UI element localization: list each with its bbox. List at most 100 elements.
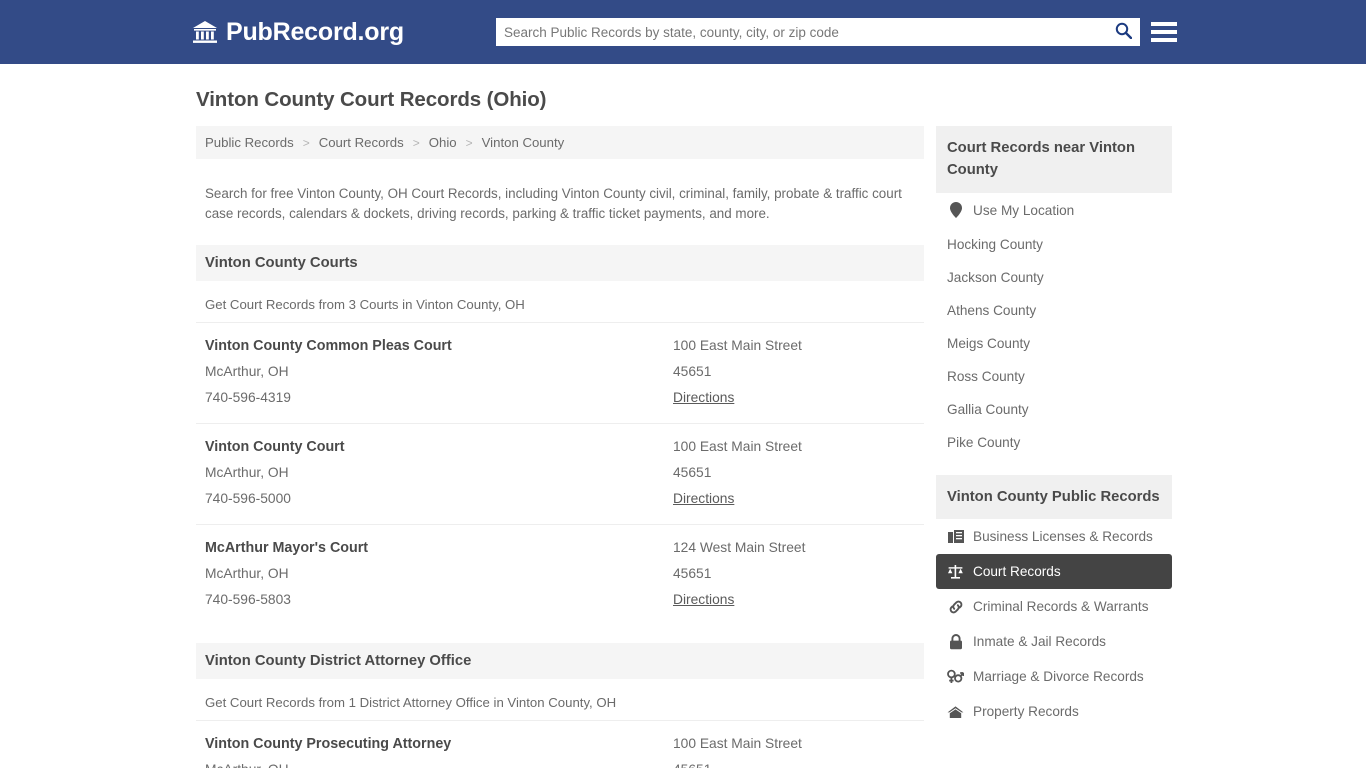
search-bar bbox=[496, 18, 1140, 46]
breadcrumb-separator: > bbox=[465, 135, 473, 150]
page-title: Vinton County Court Records (Ohio) bbox=[196, 88, 547, 111]
sidebar-heading-nearby: Court Records near Vinton County bbox=[936, 126, 1172, 193]
record-info: Vinton County Prosecuting Attorney McArt… bbox=[205, 731, 673, 768]
sidebar-item-jackson-county[interactable]: Jackson County bbox=[936, 261, 1172, 294]
table-row: Vinton County Common Pleas Court McArthu… bbox=[196, 322, 924, 423]
sidebar-item-label: Gallia County bbox=[947, 401, 1029, 417]
record-city-state: McArthur, OH bbox=[205, 566, 289, 582]
record-zip: 45651 bbox=[673, 757, 915, 768]
briefcase-icon bbox=[947, 528, 964, 545]
breadcrumb-separator: > bbox=[302, 135, 310, 150]
sidebar: Court Records near Vinton County Use My … bbox=[936, 126, 1172, 745]
record-address: 100 East Main Street 45651 Directions bbox=[673, 333, 915, 411]
content-columns: Public Records > Court Records > Ohio > … bbox=[196, 126, 1180, 768]
record-phone: 740-596-5803 bbox=[205, 592, 291, 607]
directions-link[interactable]: Directions bbox=[673, 587, 734, 613]
sidebar-item-label: Ross County bbox=[947, 368, 1025, 384]
house-icon bbox=[947, 703, 964, 720]
record-info: Vinton County Common Pleas Court McArthu… bbox=[205, 333, 673, 411]
sidebar-item-label: Inmate & Jail Records bbox=[973, 634, 1106, 650]
sidebar-item-ross-county[interactable]: Ross County bbox=[936, 360, 1172, 393]
page-description: Search for free Vinton County, OH Court … bbox=[205, 186, 902, 221]
sidebar-item-label: Pike County bbox=[947, 434, 1021, 450]
breadcrumb-item-public-records[interactable]: Public Records bbox=[205, 135, 294, 150]
table-row: Vinton County Prosecuting Attorney McArt… bbox=[196, 719, 924, 768]
record-info: Vinton County Court McArthur, OH 740-596… bbox=[205, 434, 673, 512]
map-pin-icon bbox=[947, 202, 964, 219]
sidebar-item-label: Hocking County bbox=[947, 236, 1043, 252]
table-row: Vinton County Court McArthur, OH 740-596… bbox=[196, 423, 924, 524]
main-content: Public Records > Court Records > Ohio > … bbox=[196, 126, 924, 768]
site-logo[interactable]: PubRecord.org bbox=[192, 18, 404, 47]
record-street: 100 East Main Street bbox=[673, 439, 802, 455]
sidebar-item-use-my-location[interactable]: Use My Location bbox=[936, 193, 1172, 228]
breadcrumb-separator: > bbox=[412, 135, 420, 150]
lock-icon bbox=[947, 633, 964, 650]
section-heading-courts: Vinton County Courts bbox=[196, 245, 924, 282]
table-row: McArthur Mayor's Court McArthur, OH 740-… bbox=[196, 524, 924, 625]
sidebar-nearby-block: Court Records near Vinton County Use My … bbox=[936, 126, 1172, 459]
hamburger-menu-icon[interactable] bbox=[1151, 18, 1177, 46]
bank-icon bbox=[192, 20, 218, 44]
sidebar-item-business-licenses[interactable]: Business Licenses & Records bbox=[936, 519, 1172, 554]
record-city-state: McArthur, OH bbox=[205, 465, 289, 481]
record-street: 100 East Main Street bbox=[673, 338, 802, 354]
sidebar-public-records-block: Vinton County Public Records Business Li… bbox=[936, 474, 1172, 729]
record-city-state: McArthur, OH bbox=[205, 757, 673, 768]
record-name: Vinton County Court bbox=[205, 439, 345, 456]
search-button[interactable] bbox=[1106, 18, 1140, 46]
record-name: McArthur Mayor's Court bbox=[205, 540, 369, 557]
sidebar-item-pike-county[interactable]: Pike County bbox=[936, 426, 1172, 459]
sidebar-item-label: Criminal Records & Warrants bbox=[973, 599, 1149, 615]
sidebar-item-label: Athens County bbox=[947, 302, 1037, 318]
link-icon bbox=[947, 598, 964, 615]
sidebar-item-athens-county[interactable]: Athens County bbox=[936, 294, 1172, 327]
sidebar-item-gallia-county[interactable]: Gallia County bbox=[936, 393, 1172, 426]
page-container: Vinton County Court Records (Ohio) Publi… bbox=[0, 88, 1366, 768]
record-street: 100 East Main Street bbox=[673, 735, 802, 751]
sidebar-item-label: Meigs County bbox=[947, 335, 1031, 351]
record-street: 124 West Main Street bbox=[673, 540, 806, 556]
sidebar-item-hocking-county[interactable]: Hocking County bbox=[936, 228, 1172, 261]
venus-mars-icon bbox=[947, 668, 964, 685]
sidebar-item-marriage-divorce-records[interactable]: Marriage & Divorce Records bbox=[936, 659, 1172, 694]
sidebar-item-label: Jackson County bbox=[947, 269, 1044, 285]
sidebar-item-label: Court Records bbox=[973, 564, 1061, 580]
breadcrumb-item-court-records[interactable]: Court Records bbox=[319, 135, 404, 150]
sidebar-item-property-records[interactable]: Property Records bbox=[936, 694, 1172, 729]
breadcrumb: Public Records > Court Records > Ohio > … bbox=[196, 126, 924, 159]
breadcrumb-item-ohio[interactable]: Ohio bbox=[429, 135, 457, 150]
sidebar-item-meigs-county[interactable]: Meigs County bbox=[936, 327, 1172, 360]
site-header: PubRecord.org bbox=[0, 0, 1366, 64]
record-phone: 740-596-4319 bbox=[205, 390, 291, 406]
record-address: 100 East Main Street 45651 Directions bbox=[673, 731, 915, 768]
section-heading-district-attorney: Vinton County District Attorney Office bbox=[196, 642, 924, 679]
record-info: McArthur Mayor's Court McArthur, OH 740-… bbox=[205, 535, 673, 613]
record-address: 100 East Main Street 45651 Directions bbox=[673, 434, 915, 512]
sidebar-item-court-records[interactable]: Court Records bbox=[936, 554, 1172, 590]
record-name: Vinton County Common Pleas Court bbox=[205, 338, 452, 355]
site-logo-text: PubRecord.org bbox=[226, 17, 404, 46]
search-input[interactable] bbox=[496, 19, 1106, 45]
sidebar-item-label: Use My Location bbox=[973, 202, 1075, 218]
record-name: Vinton County Prosecuting Attorney bbox=[205, 735, 452, 752]
scales-icon bbox=[947, 563, 964, 580]
breadcrumb-item-vinton-county[interactable]: Vinton County bbox=[482, 135, 565, 150]
record-zip: 45651 bbox=[673, 364, 712, 380]
sidebar-item-criminal-records[interactable]: Criminal Records & Warrants bbox=[936, 589, 1172, 624]
sidebar-item-label: Business Licenses & Records bbox=[973, 529, 1153, 545]
sidebar-heading-public-records: Vinton County Public Records bbox=[936, 474, 1172, 520]
record-zip: 45651 bbox=[673, 565, 712, 581]
directions-link[interactable]: Directions bbox=[673, 385, 734, 411]
record-phone: 740-596-5000 bbox=[205, 491, 291, 507]
record-address: 124 West Main Street 45651 Directions bbox=[673, 535, 915, 613]
sidebar-item-label: Marriage & Divorce Records bbox=[973, 669, 1144, 685]
search-icon bbox=[1115, 22, 1132, 42]
sidebar-item-inmate-jail-records[interactable]: Inmate & Jail Records bbox=[936, 624, 1172, 659]
section-subtitle-courts: Get Court Records from 3 Courts in Vinto… bbox=[205, 297, 525, 313]
sidebar-item-label: Property Records bbox=[973, 704, 1079, 720]
record-zip: 45651 bbox=[673, 465, 712, 481]
record-city-state: McArthur, OH bbox=[205, 364, 289, 380]
section-subtitle-district-attorney: Get Court Records from 1 District Attorn… bbox=[205, 694, 617, 710]
directions-link[interactable]: Directions bbox=[673, 486, 734, 512]
